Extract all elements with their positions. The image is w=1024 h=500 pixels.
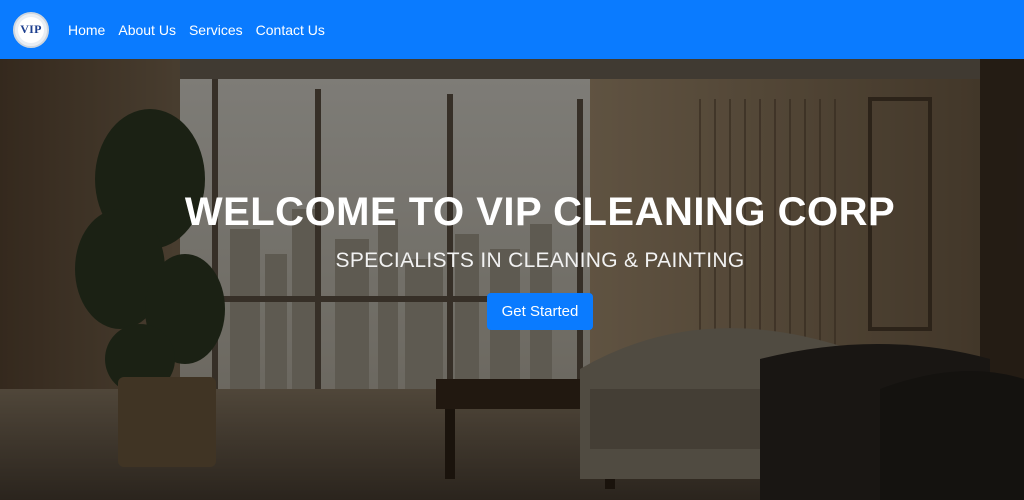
brand-logo[interactable]: VIP: [13, 11, 49, 48]
hero-dark-overlay: [0, 59, 1024, 500]
nav-link-services[interactable]: Services: [189, 22, 243, 38]
brand-logo-text: VIP: [20, 22, 42, 36]
nav-link-contact-us[interactable]: Contact Us: [256, 22, 325, 38]
navbar: VIP Home About Us Services Contact Us: [0, 0, 1024, 59]
hero-subtitle: SPECIALISTS IN CLEANING & PAINTING: [335, 249, 745, 272]
hero-section: WELCOME TO VIP CLEANING CORP SPECIALISTS…: [0, 59, 1024, 500]
nav-links: Home About Us Services Contact Us: [68, 22, 325, 38]
nav-link-about-us[interactable]: About Us: [118, 22, 176, 38]
nav-link-home[interactable]: Home: [68, 22, 105, 38]
get-started-button[interactable]: Get Started: [487, 293, 593, 330]
hero-title: WELCOME TO VIP CLEANING CORP: [184, 189, 896, 234]
